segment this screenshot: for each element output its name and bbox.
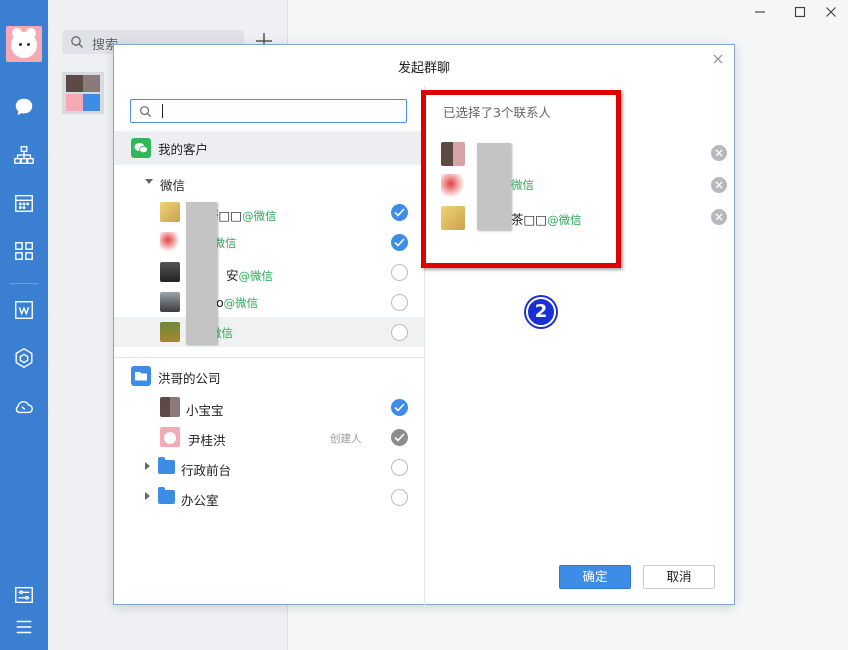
contact-avatar	[160, 322, 180, 342]
member-avatar	[66, 94, 83, 111]
calendar-icon[interactable]	[12, 191, 36, 215]
text-caret	[162, 104, 163, 118]
folder-icon	[158, 487, 175, 504]
contact-row[interactable]: @微信	[114, 227, 424, 257]
department-row[interactable]: 办公室	[114, 482, 424, 512]
dialog-title: 发起群聊	[397, 61, 450, 76]
group-company[interactable]: 洪哥的公司	[114, 357, 424, 391]
department-checkbox[interactable]	[391, 459, 408, 476]
remove-button[interactable]	[711, 209, 727, 225]
remove-button[interactable]	[711, 145, 727, 161]
document-icon[interactable]	[12, 298, 36, 322]
contact-avatar	[160, 232, 180, 252]
search-icon	[71, 36, 83, 48]
checkmark-icon	[394, 238, 405, 247]
contact-row[interactable]: o@微信	[114, 287, 424, 317]
window-close-button[interactable]	[821, 4, 841, 20]
app-sidebar	[0, 0, 48, 650]
subgroup-name: 微信	[160, 178, 186, 193]
department-checkbox[interactable]	[391, 489, 408, 506]
contact-search-input[interactable]	[130, 99, 407, 123]
member-checkbox[interactable]	[391, 399, 408, 416]
close-icon	[715, 213, 723, 221]
company-folder-icon	[131, 366, 151, 386]
department-name: 行政前台	[181, 463, 232, 478]
group-my-customers[interactable]: 我的客户	[114, 131, 424, 165]
close-icon	[713, 54, 723, 64]
member-avatar	[83, 75, 100, 92]
department-row[interactable]: 行政前台	[114, 452, 424, 482]
close-icon	[715, 181, 723, 189]
highlight-box	[421, 90, 621, 268]
member-avatar	[66, 75, 83, 92]
member-avatar	[160, 427, 180, 447]
maximize-button[interactable]	[790, 4, 810, 20]
contact-picker: 我的客户 微信 荼□□@微信 @微信 安@微信 o@微信 微信 洪哥的公司 小宝…	[114, 85, 424, 605]
group-name: 洪哥的公司	[158, 371, 221, 386]
chevron-right-icon	[145, 492, 150, 500]
group-session-avatar[interactable]	[62, 72, 104, 114]
contact-label: 安@微信	[226, 268, 274, 283]
contact-checkbox[interactable]	[391, 264, 408, 281]
confirm-button[interactable]: 确定	[559, 565, 631, 589]
chevron-right-icon	[145, 462, 150, 470]
member-checkbox	[391, 429, 408, 446]
search-icon	[140, 106, 152, 118]
department-name: 办公室	[181, 493, 219, 508]
checkmark-icon	[394, 433, 405, 442]
checkmark-icon	[394, 403, 405, 412]
contact-checkbox[interactable]	[391, 204, 408, 221]
menu-icon[interactable]	[12, 615, 36, 639]
minimize-icon	[755, 11, 765, 13]
remove-button[interactable]	[711, 177, 727, 193]
cancel-button[interactable]: 取消	[643, 565, 715, 589]
settings-sliders-icon[interactable]	[12, 583, 36, 607]
contact-row[interactable]: 荼□□@微信	[114, 197, 424, 227]
contact-checkbox[interactable]	[391, 234, 408, 251]
member-avatar	[160, 397, 180, 417]
member-row[interactable]: 小宝宝	[114, 392, 424, 422]
close-icon	[715, 149, 723, 157]
contact-checkbox[interactable]	[391, 294, 408, 311]
contact-checkbox[interactable]	[391, 324, 408, 341]
group-name: 我的客户	[158, 142, 209, 157]
sidebar-divider	[10, 283, 38, 284]
folder-icon	[158, 457, 175, 474]
wechat-icon	[131, 138, 151, 158]
member-name: 小宝宝	[186, 403, 224, 418]
contact-avatar	[160, 202, 180, 222]
apps-grid-icon[interactable]	[12, 239, 36, 263]
minimize-button[interactable]	[750, 4, 770, 20]
checkmark-icon	[394, 208, 405, 217]
step-badge: 2	[526, 297, 556, 327]
contact-label: o@微信	[216, 295, 259, 310]
start-group-chat-dialog: 发起群聊 我的客户 微信 荼□□@微信 @微信 安@微信 o@微信 微信 洪哥的…	[113, 44, 735, 605]
subgroup-wechat[interactable]: 微信	[114, 167, 424, 197]
cloud-phone-icon[interactable]	[12, 394, 36, 418]
creator-tag: 创建人	[330, 433, 362, 445]
maximize-icon	[794, 6, 806, 18]
member-name: 尹桂洪	[188, 433, 226, 448]
member-row[interactable]: 尹桂洪 创建人	[114, 422, 424, 452]
org-chart-icon[interactable]	[12, 143, 36, 167]
user-avatar[interactable]	[6, 26, 42, 62]
contact-avatar	[160, 262, 180, 282]
contact-avatar	[160, 292, 180, 312]
contact-row[interactable]: 安@微信	[114, 257, 424, 287]
cube-icon[interactable]	[12, 346, 36, 370]
dialog-close-button[interactable]	[710, 51, 726, 67]
member-avatar	[83, 94, 100, 111]
chat-icon[interactable]	[12, 95, 36, 119]
close-icon	[826, 7, 836, 17]
chevron-down-icon	[145, 179, 153, 184]
contact-row[interactable]: 微信	[114, 317, 424, 347]
redaction-block	[186, 202, 217, 344]
